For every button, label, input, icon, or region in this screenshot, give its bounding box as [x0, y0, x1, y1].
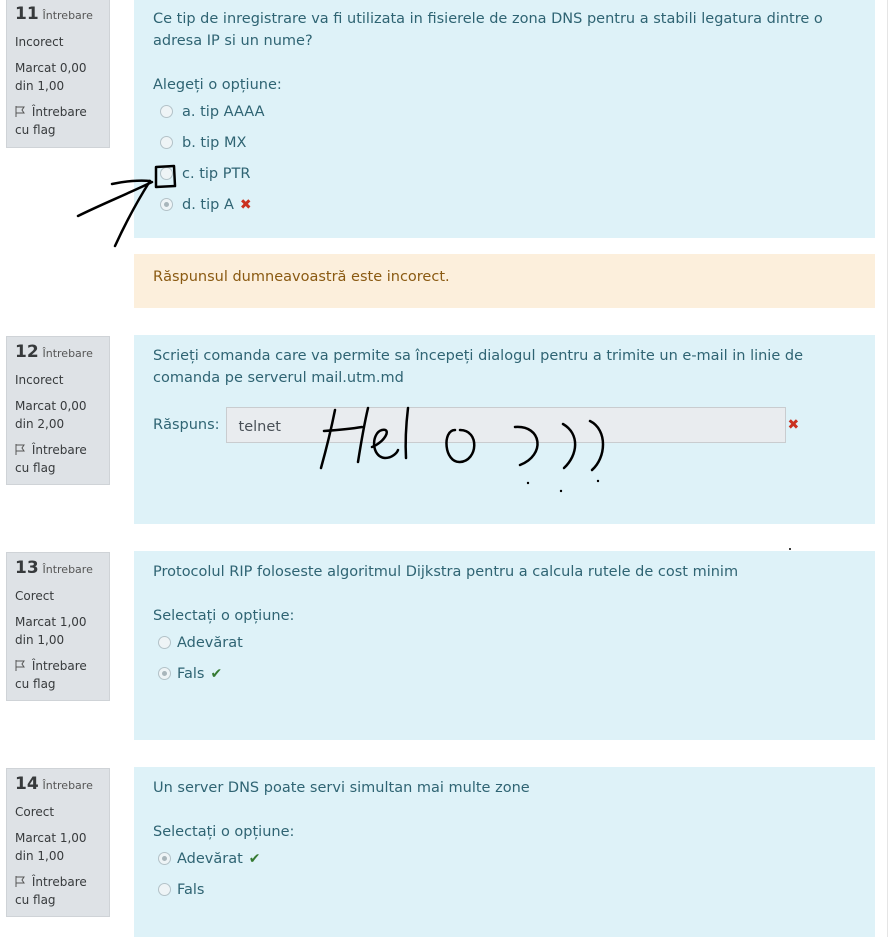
- question-number: 13: [15, 558, 39, 578]
- question-status: Corect: [15, 589, 55, 603]
- radio-button-selected[interactable]: [160, 198, 173, 211]
- option-a[interactable]: a. tip AAAA: [153, 96, 855, 127]
- option-false[interactable]: Fals: [153, 874, 855, 905]
- option-label: b. tip MX: [182, 134, 247, 151]
- flag-icon: [15, 660, 25, 671]
- question-text: Ce tip de inregistrare va fi utilizata i…: [153, 11, 823, 49]
- option-true[interactable]: Adevărat ✔: [153, 843, 855, 874]
- question-number: 14: [15, 774, 39, 794]
- question-mark: Marcat 1,00 din 1,00: [15, 615, 87, 647]
- question-info-14: 14 Întrebare Corect Marcat 1,00 din 1,00…: [6, 768, 110, 917]
- question-mark: Marcat 0,00 din 1,00: [15, 61, 87, 93]
- radio-button[interactable]: [158, 883, 171, 896]
- correct-icon: ✔: [210, 665, 223, 682]
- answer-prompt: Alegeți o opțiune:: [153, 77, 282, 93]
- option-label: c. tip PTR: [182, 165, 251, 182]
- option-c[interactable]: c. tip PTR: [153, 158, 855, 189]
- radio-button[interactable]: [160, 167, 173, 180]
- option-label: Adevărat: [177, 850, 243, 867]
- radio-button-selected[interactable]: [158, 667, 171, 680]
- question-label: Întrebare: [42, 779, 93, 792]
- option-label: Adevărat: [177, 634, 243, 651]
- question-label: Întrebare: [42, 563, 93, 576]
- option-false[interactable]: Fals ✔: [153, 658, 855, 689]
- option-b[interactable]: b. tip MX: [153, 127, 855, 158]
- question-formulation-12: Scrieți comanda care va permite sa încep…: [134, 335, 875, 524]
- option-true[interactable]: Adevărat: [153, 627, 855, 658]
- answer-label: Răspuns:: [153, 417, 220, 433]
- question-status: Incorect: [15, 373, 64, 387]
- answer-prompt: Selectați o opțiune:: [153, 824, 295, 840]
- option-label: Fals: [177, 665, 205, 682]
- correct-icon: ✔: [248, 850, 261, 867]
- answer-prompt: Selectați o opțiune:: [153, 608, 295, 624]
- question-info-12: 12 Întrebare Incorect Marcat 0,00 din 2,…: [6, 336, 110, 485]
- option-d[interactable]: d. tip A ✖: [153, 189, 855, 220]
- question-formulation-13: Protocolul RIP foloseste algoritmul Dijk…: [134, 551, 875, 740]
- page-right-border: [887, 0, 888, 937]
- question-number: 11: [15, 4, 39, 24]
- option-label: a. tip AAAA: [182, 103, 265, 120]
- radio-button[interactable]: [160, 136, 173, 149]
- radio-button[interactable]: [160, 105, 173, 118]
- question-text: Scrieți comanda care va permite sa încep…: [153, 348, 803, 386]
- question-mark: Marcat 0,00 din 2,00: [15, 399, 87, 431]
- question-status: Corect: [15, 805, 55, 819]
- incorrect-icon: ✖: [787, 417, 800, 433]
- radio-button[interactable]: [158, 636, 171, 649]
- flag-question-button[interactable]: Întrebare cu flag: [15, 441, 101, 477]
- option-label: Fals: [177, 881, 205, 898]
- question-formulation-11: Ce tip de inregistrare va fi utilizata i…: [134, 0, 875, 238]
- flag-icon: [15, 876, 25, 887]
- question-label: Întrebare: [42, 347, 93, 360]
- option-label: d. tip A: [182, 196, 234, 213]
- feedback-text: Răspunsul dumneavoastră este incorect.: [153, 269, 450, 285]
- flag-icon: [15, 106, 25, 117]
- question-number: 12: [15, 342, 39, 362]
- question-info-13: 13 Întrebare Corect Marcat 1,00 din 1,00…: [6, 552, 110, 701]
- radio-button-selected[interactable]: [158, 852, 171, 865]
- question-status: Incorect: [15, 35, 64, 49]
- ink-dot: [789, 548, 791, 550]
- question-text: Un server DNS poate servi simultan mai m…: [153, 780, 530, 796]
- flag-question-button[interactable]: Întrebare cu flag: [15, 657, 101, 693]
- question-text: Protocolul RIP foloseste algoritmul Dijk…: [153, 564, 739, 580]
- incorrect-icon: ✖: [239, 196, 252, 213]
- question-info-11: 11 Întrebare Incorect Marcat 0,00 din 1,…: [6, 0, 110, 148]
- question-formulation-14: Un server DNS poate servi simultan mai m…: [134, 767, 875, 937]
- feedback-box: Răspunsul dumneavoastră este incorect.: [134, 254, 875, 308]
- question-mark: Marcat 1,00 din 1,00: [15, 831, 87, 863]
- flag-icon: [15, 444, 25, 455]
- answer-input[interactable]: telnet: [225, 407, 786, 443]
- flag-question-button[interactable]: Întrebare cu flag: [15, 103, 101, 139]
- flag-question-button[interactable]: Întrebare cu flag: [15, 873, 101, 909]
- question-label: Întrebare: [42, 9, 93, 22]
